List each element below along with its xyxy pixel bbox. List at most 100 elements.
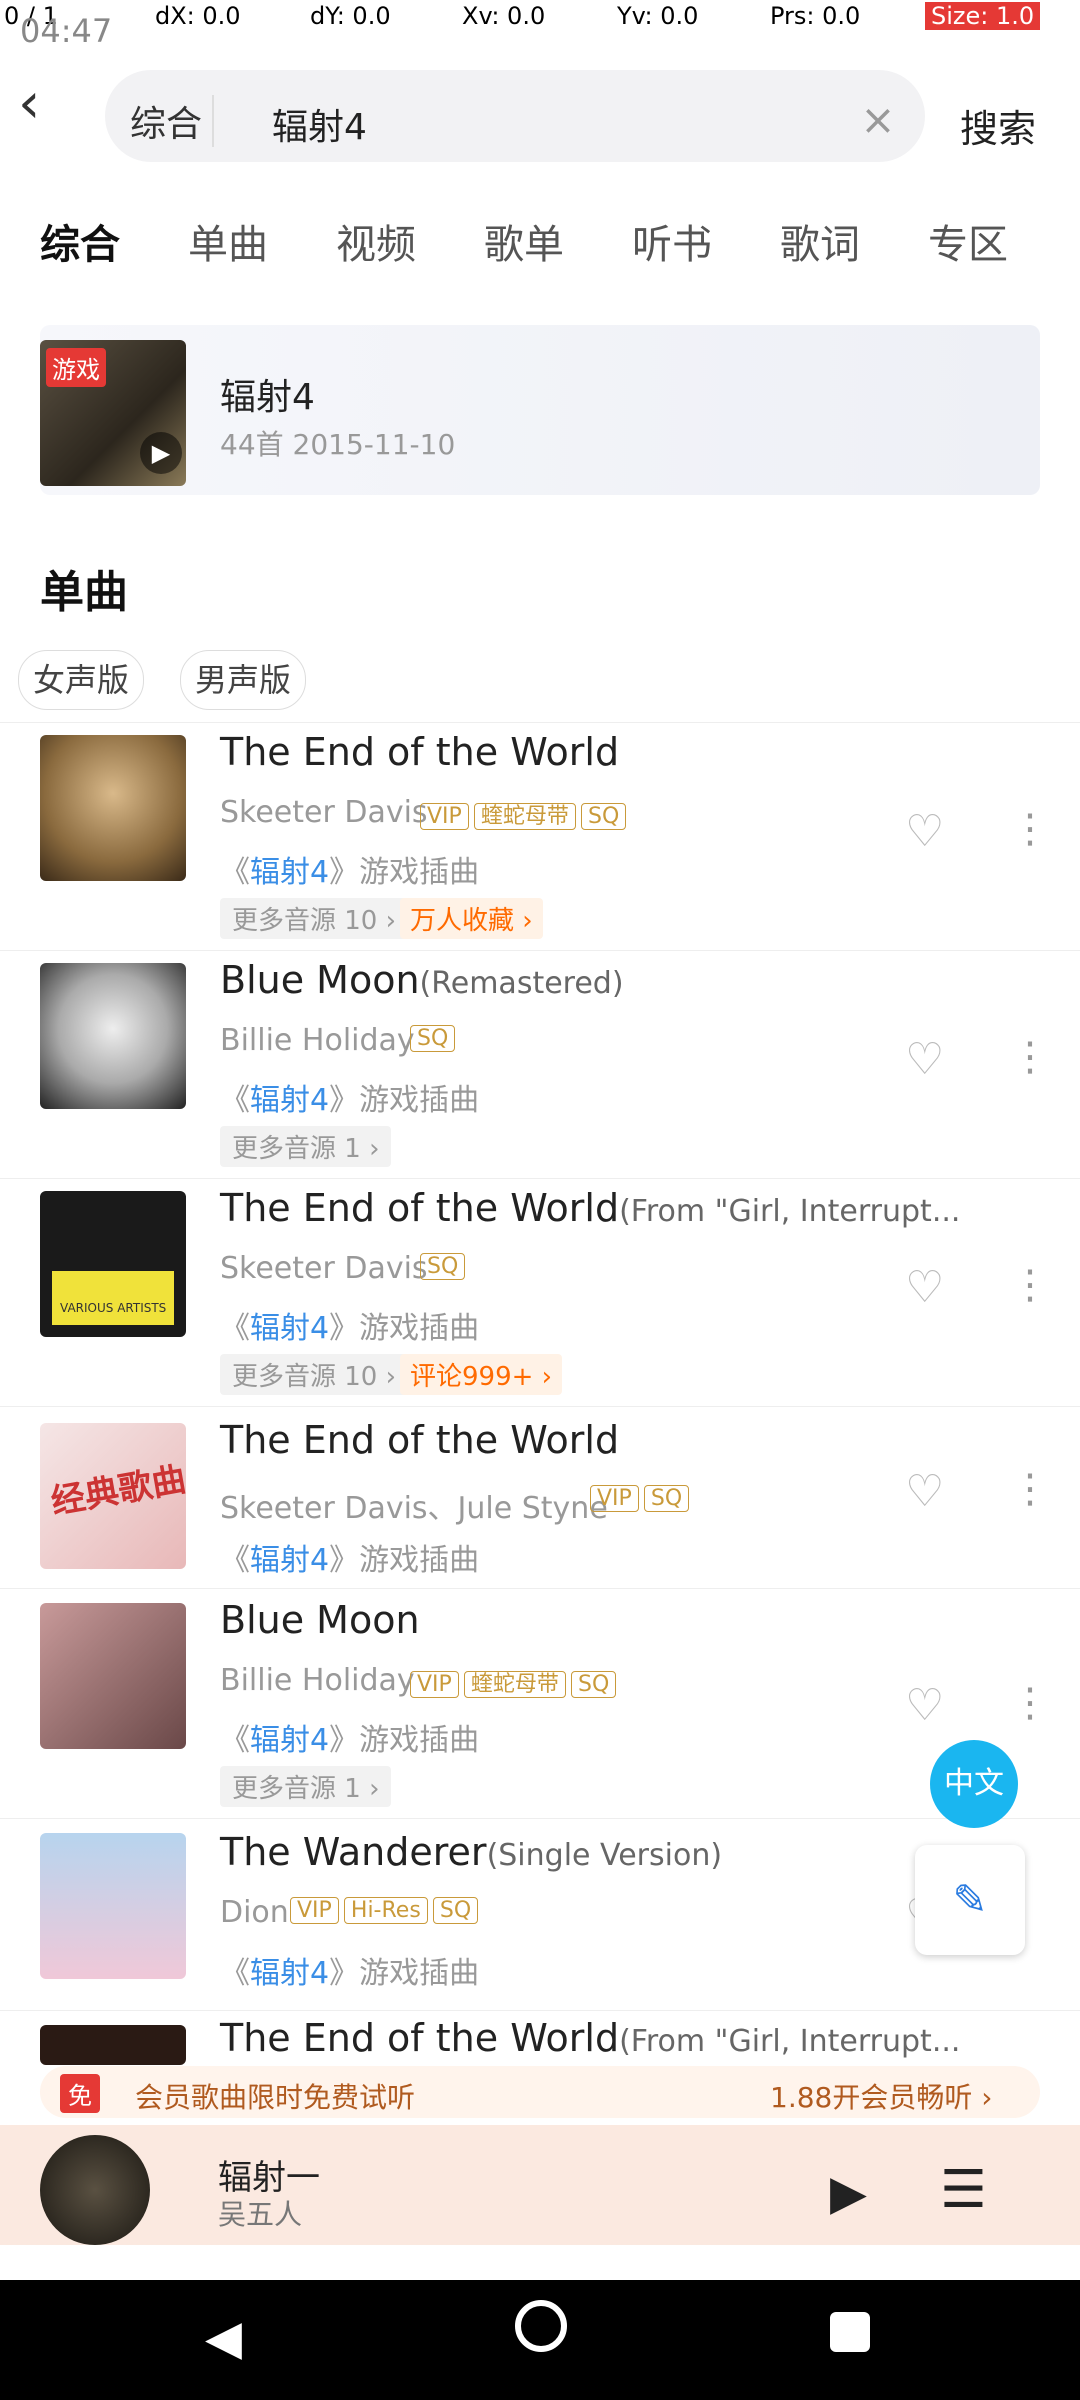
vip-badge: VIP xyxy=(590,1485,639,1512)
player-cover[interactable] xyxy=(40,2135,150,2245)
back-icon[interactable]: ‹ xyxy=(18,76,66,132)
song-cover xyxy=(40,963,186,1109)
more-icon[interactable]: ⋮ xyxy=(1010,1262,1050,1308)
sq-badge: SQ xyxy=(571,1671,617,1698)
tab-videos[interactable]: 视频 xyxy=(336,212,416,270)
more-icon[interactable]: ⋮ xyxy=(1010,1466,1050,1512)
filter-female[interactable]: 女声版 xyxy=(18,650,145,710)
heart-icon[interactable]: ♡ xyxy=(905,1680,944,1731)
master-badge: 蝰蛇母带 xyxy=(463,1671,566,1698)
cover-label: 经典歌曲 xyxy=(48,1459,190,1523)
sq-badge: SQ xyxy=(410,1025,456,1052)
song-tags: VIP 蝰蛇母带 SQ xyxy=(420,798,627,830)
vip-badge: VIP xyxy=(290,1897,339,1924)
vip-banner-text: 会员歌曲限时免费试听 xyxy=(135,2081,416,2114)
song-title[interactable]: The End of the World(From "Girl, Interru… xyxy=(220,1186,960,1230)
sq-badge: SQ xyxy=(643,1485,690,1512)
comments-tag[interactable]: 评论999+ › xyxy=(400,1354,563,1395)
heart-icon[interactable]: ♡ xyxy=(905,1466,944,1517)
more-sources-button[interactable]: 更多音源 10 › xyxy=(220,1354,409,1395)
more-sources-button[interactable]: 更多音源 1 › xyxy=(220,1766,392,1807)
song-cover xyxy=(40,2025,186,2065)
song-album[interactable]: 《辐射4》游戏插曲 xyxy=(220,1303,479,1347)
song-title[interactable]: Blue Moon xyxy=(220,1598,420,1642)
song-title[interactable]: The End of the World xyxy=(220,730,619,774)
dy-readout: dY: 0.0 xyxy=(310,2,391,30)
edit-icon[interactable]: ✎ xyxy=(915,1845,1025,1955)
nav-back-icon[interactable]: ◀ xyxy=(205,2310,242,2366)
tab-songs[interactable]: 单曲 xyxy=(188,212,268,270)
tab-lyrics[interactable]: 歌词 xyxy=(780,212,860,270)
search-query[interactable]: 辐射4 xyxy=(272,98,367,150)
sq-badge: SQ xyxy=(432,1897,479,1924)
heart-icon[interactable]: ♡ xyxy=(905,1034,944,1085)
size-readout: Size: 1.0 xyxy=(925,2,1041,30)
player-artist: 吴五人 xyxy=(218,2198,303,2231)
game-badge: 游戏 xyxy=(46,348,106,387)
song-tags: SQ xyxy=(410,1025,456,1052)
song-cover: 经典歌曲 xyxy=(40,1423,190,1569)
section-title: 单曲 xyxy=(40,567,128,618)
play-icon[interactable]: ▶ xyxy=(830,2165,867,2221)
more-sources-button[interactable]: 更多音源 10 › xyxy=(220,898,409,939)
song-artist: Billie Holiday xyxy=(220,1023,415,1058)
song-album[interactable]: 《辐射4》游戏插曲 xyxy=(220,1948,479,1992)
more-sources-button[interactable]: 更多音源 1 › xyxy=(220,1126,392,1167)
nav-recents-icon[interactable] xyxy=(830,2312,870,2352)
translate-button[interactable]: 中文 xyxy=(930,1740,1018,1828)
clear-icon[interactable]: × xyxy=(845,95,911,151)
tab-all[interactable]: 综合 xyxy=(40,212,120,270)
song-tags: VIP Hi-Res SQ xyxy=(290,1897,479,1924)
song-album[interactable]: 《辐射4》游戏插曲 xyxy=(220,1715,479,1759)
pointer-location-overlay: 0 / 1 dX: 0.0 dY: 0.0 Xv: 0.0 Yv: 0.0 Pr… xyxy=(0,0,1080,36)
song-artist: Skeeter Davis xyxy=(220,1251,428,1286)
mini-player[interactable] xyxy=(0,2125,1080,2245)
song-title[interactable]: The End of the World(From "Girl, Interru… xyxy=(220,2016,960,2060)
song-title[interactable]: The Wanderer(Single Version) xyxy=(220,1830,722,1874)
song-artist: Skeeter Davis、Jule Styne xyxy=(220,1491,608,1526)
song-tags: VIP 蝰蛇母带 SQ xyxy=(410,1666,617,1698)
playlist-icon[interactable]: ☰ xyxy=(940,2160,987,2220)
song-cover xyxy=(40,1603,186,1749)
top-result-title: 辐射4 xyxy=(220,377,315,418)
tab-playlists[interactable]: 歌单 xyxy=(484,212,564,270)
song-album[interactable]: 《辐射4》游戏插曲 xyxy=(220,847,479,891)
filter-male[interactable]: 男声版 xyxy=(180,650,307,710)
tab-zones[interactable]: 专区 xyxy=(928,212,1008,270)
tab-audiobooks[interactable]: 听书 xyxy=(632,212,712,270)
free-badge: 免 xyxy=(60,2074,100,2113)
play-icon[interactable]: ▶ xyxy=(140,432,182,474)
song-title[interactable]: Blue Moon(Remastered) xyxy=(220,958,624,1002)
yv-readout: Yv: 0.0 xyxy=(617,2,699,30)
song-artist: Dion xyxy=(220,1895,289,1930)
heart-icon[interactable]: ♡ xyxy=(905,806,944,857)
player-title: 辐射一 xyxy=(218,2158,320,2198)
prs-readout: Prs: 0.0 xyxy=(770,2,861,30)
song-tags: VIP SQ xyxy=(590,1485,690,1512)
search-button[interactable]: 搜索 xyxy=(960,98,1036,153)
song-artist: Skeeter Davis xyxy=(220,795,428,830)
song-cover: VARIOUS ARTISTS xyxy=(40,1191,186,1337)
search-input[interactable] xyxy=(105,70,925,162)
song-title[interactable]: The End of the World xyxy=(220,1418,619,1462)
more-icon[interactable]: ⋮ xyxy=(1010,806,1050,852)
more-icon[interactable]: ⋮ xyxy=(1010,1034,1050,1080)
search-scope-chip[interactable]: 综合 xyxy=(130,95,215,147)
song-tags: SQ xyxy=(420,1253,466,1280)
song-album[interactable]: 《辐射4》游戏插曲 xyxy=(220,1535,479,1579)
heart-icon[interactable]: ♡ xyxy=(905,1262,944,1313)
more-icon[interactable]: ⋮ xyxy=(1010,1680,1050,1726)
hires-badge: Hi-Res xyxy=(343,1897,428,1924)
status-time: 04:47 xyxy=(20,12,113,50)
nav-home-icon[interactable] xyxy=(515,2300,567,2352)
sq-badge: SQ xyxy=(581,803,627,830)
top-result-card[interactable] xyxy=(40,325,1040,495)
vip-badge: VIP xyxy=(420,803,469,830)
xv-readout: Xv: 0.0 xyxy=(462,2,546,30)
cover-label: VARIOUS ARTISTS xyxy=(60,1301,167,1315)
favorites-tag[interactable]: 万人收藏 › xyxy=(400,898,543,939)
vip-badge: VIP xyxy=(410,1671,459,1698)
master-badge: 蝰蛇母带 xyxy=(473,803,576,830)
vip-cta-button[interactable]: 1.88开会员畅听 › xyxy=(770,2076,992,2116)
song-album[interactable]: 《辐射4》游戏插曲 xyxy=(220,1075,479,1119)
